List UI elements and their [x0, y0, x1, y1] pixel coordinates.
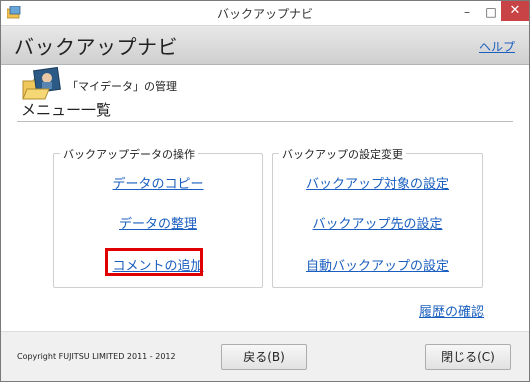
folder-photo-icon: [22, 67, 61, 100]
highlight-box: [105, 248, 203, 276]
help-link[interactable]: ヘルプ: [479, 38, 515, 55]
close-button[interactable]: 閉じる(C): [425, 344, 511, 370]
close-window-button[interactable]: ✕: [501, 1, 529, 21]
backup-destination-settings-link[interactable]: バックアップ先の設定: [273, 213, 482, 232]
back-button[interactable]: 戻る(B): [221, 344, 307, 370]
backup-settings-group: バックアップの設定変更 バックアップ対象の設定 バックアップ先の設定 自動バック…: [272, 146, 483, 288]
auto-backup-settings-link[interactable]: 自動バックアップの設定: [273, 255, 482, 274]
maximize-button[interactable]: □: [479, 3, 503, 21]
section-title: メニュー一覧: [21, 101, 112, 119]
header-band: バックアップナビ ヘルプ: [1, 26, 529, 65]
history-link[interactable]: 履歴の確認: [419, 301, 484, 320]
window-title: バックアップナビ: [216, 7, 313, 21]
copy-data-link[interactable]: データのコピー: [54, 173, 262, 192]
section-divider: [17, 121, 513, 122]
backup-target-settings-link[interactable]: バックアップ対象の設定: [273, 173, 482, 192]
section-subtitle: 「マイデータ」の管理: [67, 80, 177, 93]
minimize-button[interactable]: –: [455, 3, 479, 21]
group-legend: バックアップデータの操作: [60, 146, 198, 162]
backup-navi-window: バックアップナビ – □ ✕ バックアップナビ ヘルプ 「マイデータ」の管理 メ…: [0, 0, 530, 382]
group-legend: バックアップの設定変更: [279, 146, 406, 162]
page-title: バックアップナビ: [14, 35, 178, 59]
copyright-text: Copyright FUJITSU LIMITED 2011 - 2012: [17, 352, 176, 361]
footer: Copyright FUJITSU LIMITED 2011 - 2012 戻る…: [1, 331, 529, 381]
title-bar: バックアップナビ – □ ✕: [1, 1, 529, 26]
organize-data-link[interactable]: データの整理: [54, 213, 262, 232]
